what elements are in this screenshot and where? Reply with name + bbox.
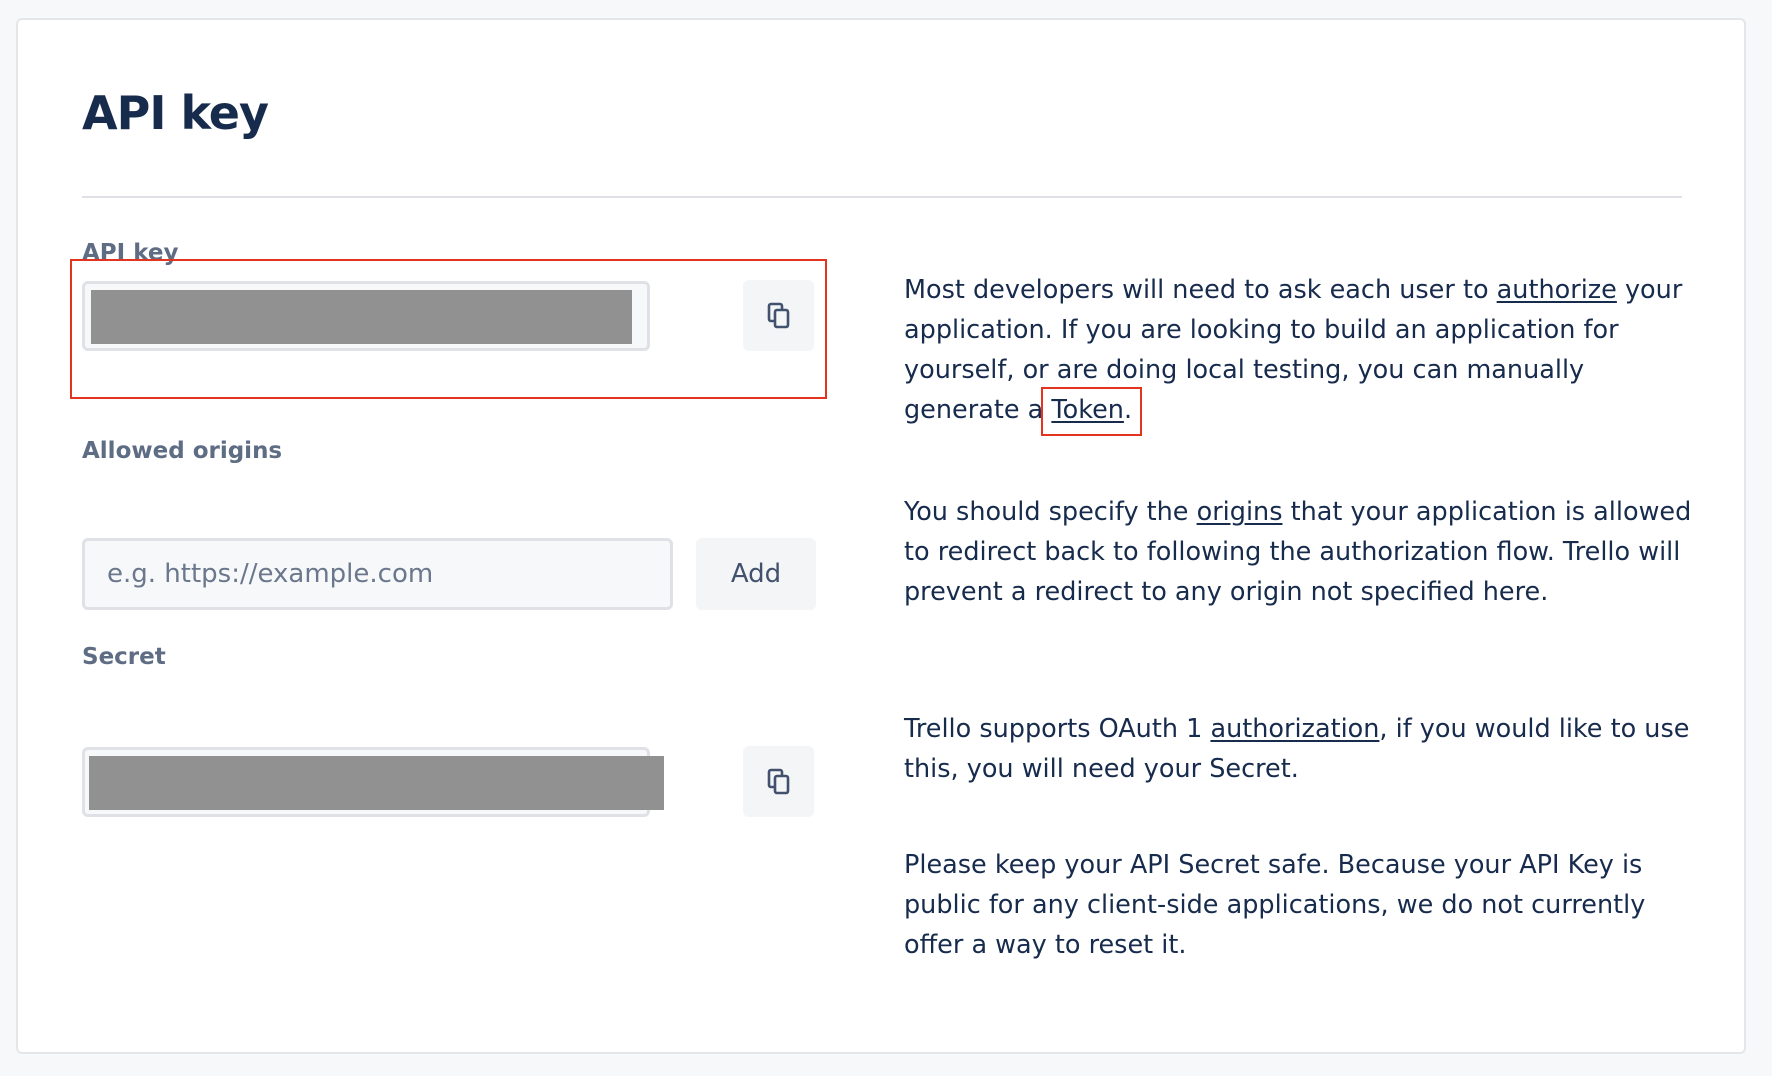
copy-icon	[767, 768, 789, 794]
api-key-description: Most developers will need to ask each us…	[904, 270, 1694, 430]
copy-secret-button[interactable]	[743, 746, 814, 817]
secret-label: Secret	[82, 644, 166, 670]
api-key-field[interactable]	[82, 281, 650, 351]
secret-description-text: Trello supports OAuth 1	[904, 714, 1211, 744]
allowed-origins-label: Allowed origins	[82, 438, 283, 464]
api-key-label: API key	[82, 240, 179, 266]
copy-icon	[767, 302, 789, 328]
origins-description-text: You should specify the	[904, 497, 1197, 527]
api-key-redacted-value	[91, 290, 632, 344]
secret-safety-note: Please keep your API Secret safe. Becaus…	[904, 850, 1646, 960]
allowed-origins-input[interactable]	[82, 538, 673, 610]
origins-link[interactable]: origins	[1197, 497, 1283, 527]
secret-description: Trello supports OAuth 1 authorization, i…	[904, 709, 1694, 789]
secret-redacted-value	[89, 756, 664, 810]
authorize-link[interactable]: authorize	[1497, 275, 1617, 305]
origins-description: You should specify the origins that your…	[904, 492, 1694, 612]
page-title: API key	[82, 86, 269, 140]
copy-api-key-button[interactable]	[743, 280, 814, 351]
token-link[interactable]: Token	[1051, 395, 1124, 425]
authorization-link[interactable]: authorization	[1210, 714, 1379, 744]
divider	[82, 196, 1682, 198]
api-key-card: API key API key Allowed origins Add Secr…	[16, 18, 1746, 1054]
add-origin-button[interactable]: Add	[696, 538, 816, 610]
secret-field[interactable]	[82, 747, 664, 817]
api-key-description-text: Most developers will need to ask each us…	[904, 275, 1497, 305]
api-key-description-period: .	[1123, 395, 1133, 425]
